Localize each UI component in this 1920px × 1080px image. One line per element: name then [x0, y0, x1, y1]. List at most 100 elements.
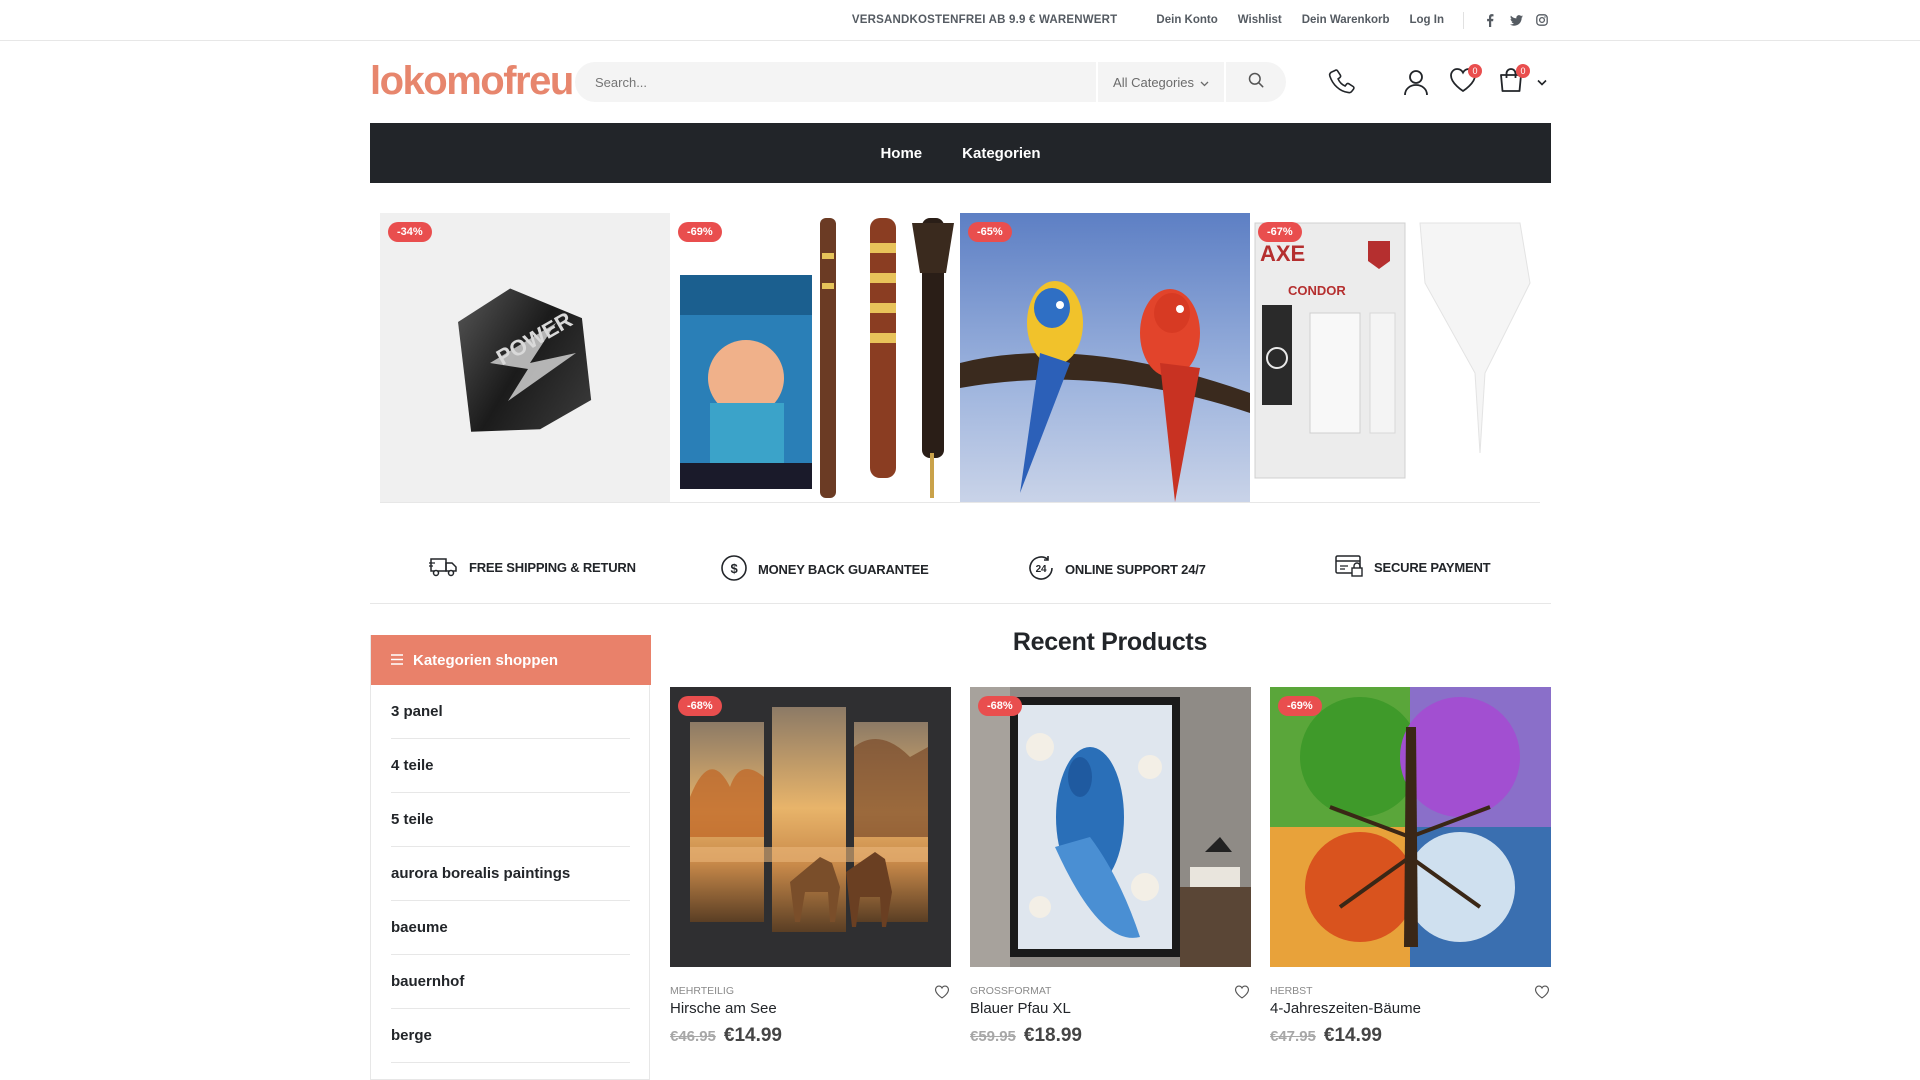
product-price: €47.95 €14.99	[1270, 1025, 1382, 1047]
discount-badge: -65%	[968, 222, 1012, 242]
discount-badge: -68%	[978, 696, 1022, 716]
svg-text:AXE: AXE	[1260, 241, 1305, 266]
category-sidebar-header[interactable]: Kategorien shoppen	[371, 635, 651, 685]
divider	[1463, 11, 1464, 29]
feature-label: MONEY BACK GUARANTEE	[758, 562, 929, 577]
featured-product-tile[interactable]: -67% AXE CONDOR	[1250, 213, 1540, 502]
cart-count-badge: 0	[1516, 64, 1530, 78]
truck-icon	[429, 554, 459, 581]
featured-product-tile[interactable]: -65%	[960, 213, 1250, 502]
old-price: €59.95	[970, 1028, 1016, 1045]
discount-badge: -67%	[1258, 222, 1302, 242]
feature-online-support: 24 ONLINE SUPPORT 24/7	[1027, 554, 1206, 585]
main-nav: Home Kategorien	[370, 123, 1551, 183]
dart-flight-image: POWER	[458, 288, 592, 432]
twitter-icon[interactable]	[1509, 13, 1523, 27]
secure-card-icon	[1334, 554, 1364, 581]
feature-secure-payment: SECURE PAYMENT	[1334, 554, 1491, 581]
category-item[interactable]: aurora borealis paintings	[391, 847, 630, 901]
category-sidebar-title: Kategorien shoppen	[413, 651, 559, 669]
sale-price: €14.99	[723, 1025, 783, 1046]
social-links	[1483, 13, 1549, 27]
features-bar: FREE SHIPPING & RETURN $ MONEY BACK GUAR…	[370, 536, 1551, 604]
site-logo[interactable]: lokomofreu	[370, 58, 574, 104]
discount-badge: -69%	[678, 222, 722, 242]
category-select[interactable]: All Categories	[1096, 62, 1224, 102]
facebook-icon[interactable]	[1483, 13, 1497, 27]
svg-text:$: $	[730, 561, 738, 576]
svg-text:24: 24	[1036, 564, 1047, 575]
category-list: 3 panel 4 teile 5 teile aurora borealis …	[391, 685, 630, 1063]
feature-label: ONLINE SUPPORT 24/7	[1065, 562, 1206, 577]
menu-icon	[391, 652, 403, 669]
product-category[interactable]: HERBST	[1270, 985, 1313, 997]
darts-set-image	[680, 218, 954, 498]
category-sidebar: Kategorien shoppen 3 panel 4 teile 5 tei…	[370, 635, 651, 1080]
category-item[interactable]: 4 teile	[391, 739, 630, 793]
product-name[interactable]: Blauer Pfau XL	[970, 1000, 1071, 1017]
sale-price: €18.99	[1023, 1025, 1083, 1046]
featured-products-strip: -34% POWER -69% -65% -67% AXE CONDOR	[380, 213, 1540, 503]
product-category[interactable]: GROSSFORMAT	[970, 985, 1051, 997]
search-icon	[1248, 72, 1264, 93]
feature-label: FREE SHIPPING & RETURN	[469, 560, 636, 575]
wishlist-button[interactable]: 0	[1448, 64, 1482, 98]
discount-badge: -34%	[388, 222, 432, 242]
product-card: -68% MEHRTEILIG Hirsche am See €46.95 €1…	[670, 687, 951, 1047]
product-price: €46.95 €14.99	[670, 1025, 782, 1047]
section-title: Recent Products	[1012, 628, 1208, 656]
product-name[interactable]: Hirsche am See	[670, 1000, 777, 1017]
chevron-down-icon[interactable]	[1535, 75, 1549, 89]
product-card: -68% GROSSFORMAT Blauer Pfau XL €59.95 €…	[970, 687, 1251, 1047]
featured-product-tile[interactable]: -34% POWER	[380, 213, 670, 502]
login-link[interactable]: Log In	[1410, 14, 1445, 26]
feature-label: SECURE PAYMENT	[1374, 560, 1491, 575]
search-button[interactable]	[1224, 62, 1286, 102]
top-bar: VERSANDKOSTENFREI AB 9.9 € WARENWERT Dei…	[0, 0, 1920, 41]
old-price: €47.95	[1270, 1028, 1316, 1045]
account-link[interactable]: Dein Konto	[1156, 14, 1217, 26]
nav-kategorien[interactable]: Kategorien	[962, 145, 1040, 162]
category-select-label: All Categories	[1113, 74, 1194, 90]
cart-button[interactable]: 0	[1496, 64, 1530, 98]
product-image[interactable]: -68%	[670, 687, 951, 967]
feature-money-back: $ MONEY BACK GUARANTEE	[720, 554, 929, 585]
sale-price: €14.99	[1323, 1025, 1383, 1046]
feature-free-shipping: FREE SHIPPING & RETURN	[429, 554, 636, 581]
product-name[interactable]: 4-Jahreszeiten-Bäume	[1270, 1000, 1421, 1017]
product-price: €59.95 €18.99	[970, 1025, 1082, 1047]
svg-text:CONDOR: CONDOR	[1288, 283, 1346, 298]
wishlist-link[interactable]: Wishlist	[1238, 14, 1282, 26]
search-bar: All Categories	[575, 62, 1286, 102]
search-input[interactable]	[575, 62, 1096, 102]
support-24-icon: 24	[1027, 554, 1055, 585]
phone-icon[interactable]	[1327, 66, 1357, 98]
category-item[interactable]: 5 teile	[391, 793, 630, 847]
product-card: -69% HERBST 4-Jahreszeiten-Bäume €47.95 …	[1270, 687, 1551, 1047]
old-price: €46.95	[670, 1028, 716, 1045]
category-item[interactable]: bauernhof	[391, 955, 630, 1009]
cart-link[interactable]: Dein Warenkorb	[1302, 14, 1390, 26]
heart-icon[interactable]	[1233, 983, 1251, 1001]
discount-badge: -68%	[678, 696, 722, 716]
heart-icon[interactable]	[1533, 983, 1551, 1001]
category-item[interactable]: berge	[391, 1009, 630, 1063]
featured-product-tile[interactable]: -69%	[670, 213, 960, 502]
discount-badge: -69%	[1278, 696, 1322, 716]
instagram-icon[interactable]	[1535, 13, 1549, 27]
shipping-promo-text: VERSANDKOSTENFREI AB 9.9 € WARENWERT	[851, 14, 1118, 26]
heart-icon[interactable]	[933, 983, 951, 1001]
chevron-down-icon	[1200, 75, 1209, 90]
category-item[interactable]: 3 panel	[391, 685, 630, 739]
dart-shafts-image: AXE CONDOR	[1254, 222, 1531, 479]
product-image[interactable]: -68%	[970, 687, 1251, 967]
top-bar-links: VERSANDKOSTENFREI AB 9.9 € WARENWERT Dei…	[852, 0, 1549, 40]
product-image[interactable]: -69%	[1270, 687, 1551, 967]
user-icon[interactable]	[1401, 66, 1431, 98]
product-category[interactable]: MEHRTEILIG	[670, 985, 734, 997]
wishlist-count-badge: 0	[1468, 64, 1482, 78]
nav-home[interactable]: Home	[880, 145, 922, 162]
parrots-painting-image	[960, 213, 1250, 502]
dollar-circle-icon: $	[720, 554, 748, 585]
category-item[interactable]: baeume	[391, 901, 630, 955]
